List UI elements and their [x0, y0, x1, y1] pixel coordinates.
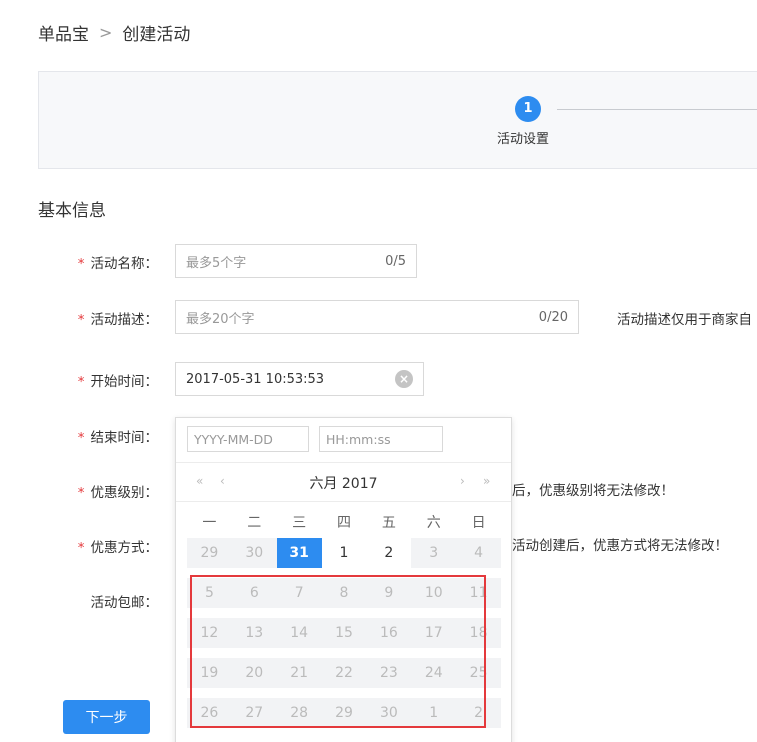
- level-label-text: 优惠级别：: [90, 485, 159, 501]
- calendar-day: 10: [424, 585, 443, 601]
- required-mark: *: [77, 430, 85, 446]
- calendar-day: 20: [245, 665, 264, 681]
- calendar-day-selected[interactable]: 31: [276, 538, 322, 568]
- activity-desc-count: 0/20: [538, 309, 568, 325]
- calendar-day: 1: [429, 705, 439, 721]
- end-label: * 结束时间：: [0, 426, 158, 446]
- activity-name-placeholder: 最多5个字: [186, 255, 247, 271]
- calendar-day: 17: [424, 625, 443, 641]
- calendar-week-row: 29 30 31 1 2 3 4: [187, 538, 502, 568]
- breadcrumb-root[interactable]: 单品宝: [38, 20, 89, 45]
- calendar-day: 26: [200, 705, 219, 721]
- weekday-header: 一 二 三 四 五 六 日: [187, 512, 501, 532]
- calendar-day: 18: [469, 625, 488, 641]
- breadcrumb: 单品宝 > 创建活动: [38, 20, 190, 45]
- end-label-text: 结束时间：: [90, 430, 159, 446]
- shipping-label-text: 活动包邮：: [90, 595, 159, 611]
- start-label: * 开始时间：: [0, 370, 158, 390]
- activity-name-input[interactable]: 最多5个字 0/5: [175, 244, 417, 278]
- calendar-day: 27: [245, 705, 264, 721]
- required-mark: *: [77, 256, 85, 272]
- picker-date-input[interactable]: YYYY-MM-DD: [187, 426, 309, 452]
- activity-name-count: 0/5: [385, 253, 406, 269]
- calendar-day: 7: [294, 585, 304, 601]
- required-mark: *: [77, 485, 85, 501]
- calendar-day: 21: [290, 665, 309, 681]
- calendar-day: 30: [379, 705, 398, 721]
- activity-desc-placeholder: 最多20个字: [186, 311, 255, 327]
- picker-header: « ‹ 六月 2017 › »: [176, 462, 511, 502]
- desc-label-text: 活动描述：: [90, 312, 159, 328]
- breadcrumb-current: 创建活动: [122, 25, 191, 45]
- section-title: 基本信息: [38, 201, 106, 221]
- start-label-text: 开始时间：: [90, 374, 159, 390]
- steps-bar: 1 活动设置: [38, 71, 757, 169]
- start-time-value: 2017-05-31 10:53:53: [186, 371, 325, 387]
- next-year-icon[interactable]: »: [483, 474, 490, 488]
- activity-desc-input[interactable]: 最多20个字 0/20: [175, 300, 579, 334]
- weekday-label: 五: [381, 515, 396, 531]
- step-number: 1: [515, 96, 541, 122]
- calendar-day: 8: [339, 585, 349, 601]
- weekday-label: 六: [426, 515, 441, 531]
- method-hint: 活动创建后，优惠方式将无法修改！: [512, 538, 728, 554]
- desc-hint: 活动描述仅用于商家自: [617, 312, 752, 328]
- calendar-day: 15: [335, 625, 353, 641]
- calendar-week-row: 5 6 7 8 9 10 11: [187, 578, 501, 608]
- step-label: 活动设置: [497, 132, 550, 147]
- calendar-week-row: 19 20 21 22 23 24 25: [187, 658, 501, 688]
- level-label: * 优惠级别：: [0, 481, 158, 501]
- calendar-day[interactable]: 2: [366, 538, 411, 568]
- weekday-label: 一: [202, 515, 217, 531]
- clear-icon[interactable]: ×: [395, 370, 413, 388]
- calendar-day[interactable]: 1: [322, 538, 367, 568]
- desc-label: * 活动描述：: [0, 308, 158, 328]
- next-month-icon[interactable]: ›: [460, 474, 465, 488]
- calendar-week-row: 26 27 28 29 30 1 2: [187, 698, 501, 728]
- calendar-day: 30: [231, 538, 277, 568]
- calendar-day: 22: [335, 665, 353, 681]
- calendar-day: 16: [379, 625, 398, 641]
- calendar-day: 3: [411, 538, 457, 568]
- level-hint: 后，优惠级别将无法修改！: [512, 483, 674, 499]
- weekday-label: 日: [471, 515, 486, 531]
- calendar-day: 11: [469, 585, 488, 601]
- required-mark: *: [77, 374, 85, 390]
- calendar-day: 25: [469, 665, 488, 681]
- date-picker: YYYY-MM-DD HH:mm:ss « ‹ 六月 2017 › » 一 二 …: [175, 417, 512, 742]
- calendar-day: 29: [187, 538, 232, 568]
- calendar-week-row: 12 13 14 15 16 17 18: [187, 618, 501, 648]
- name-label-text: 活动名称：: [90, 256, 159, 272]
- calendar-day: 14: [290, 625, 309, 641]
- next-step-button[interactable]: 下一步: [63, 700, 150, 734]
- calendar-day: 19: [200, 665, 219, 681]
- weekday-label: 三: [292, 515, 307, 531]
- calendar-day: 28: [290, 705, 309, 721]
- calendar-day: 6: [249, 585, 259, 601]
- required-mark: *: [77, 312, 85, 328]
- start-time-input[interactable]: 2017-05-31 10:53:53 ×: [175, 362, 424, 396]
- calendar-day: 2: [474, 705, 484, 721]
- shipping-label: 活动包邮：: [0, 591, 159, 611]
- method-label: * 优惠方式：: [0, 536, 158, 556]
- breadcrumb-separator: >: [99, 23, 113, 42]
- calendar-day: 9: [384, 585, 394, 601]
- picker-time-input[interactable]: HH:mm:ss: [319, 426, 443, 452]
- calendar-day: 5: [204, 585, 214, 601]
- weekday-label: 四: [337, 515, 351, 531]
- calendar-day: 13: [245, 625, 264, 641]
- name-label: * 活动名称：: [0, 252, 158, 272]
- calendar-day: 12: [200, 625, 219, 641]
- calendar-day: 24: [424, 665, 443, 681]
- calendar-day: 4: [456, 538, 502, 568]
- method-label-text: 优惠方式：: [90, 540, 159, 556]
- step-connector: [557, 109, 757, 110]
- calendar-day: 23: [379, 665, 398, 681]
- weekday-label: 二: [247, 515, 262, 531]
- required-mark: *: [77, 540, 85, 556]
- calendar-day: 29: [335, 705, 353, 721]
